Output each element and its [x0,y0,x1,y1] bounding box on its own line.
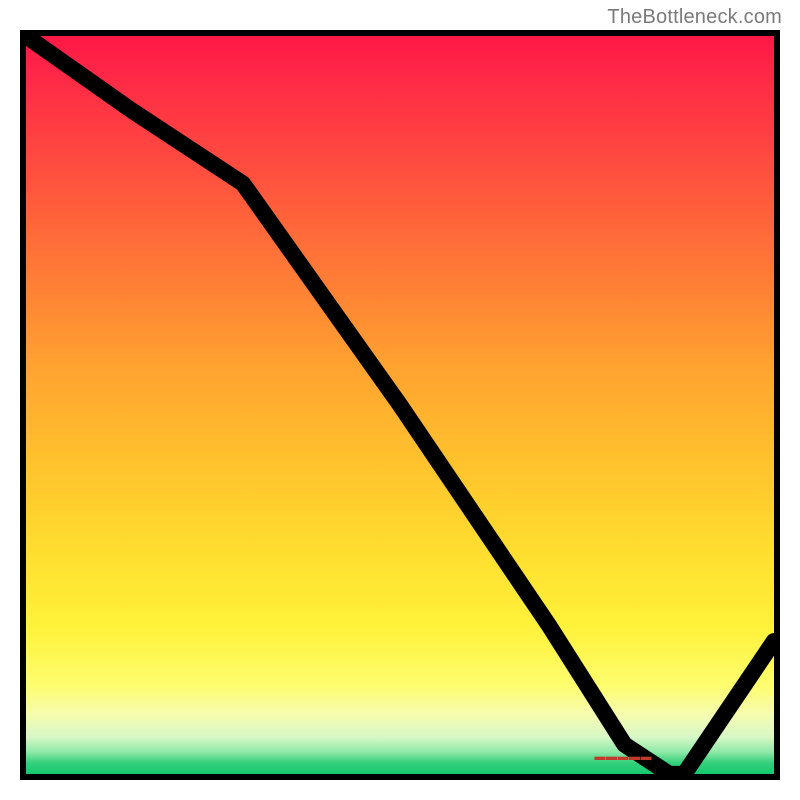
minimum-region-marker: ▬▬▬▬▬ [594,751,652,763]
chart-plot-area [26,36,774,774]
series-bottleneck-curve [26,36,774,774]
watermark-attribution: TheBottleneck.com [607,6,782,29]
chart-frame: ▬▬▬▬▬ [20,30,780,780]
